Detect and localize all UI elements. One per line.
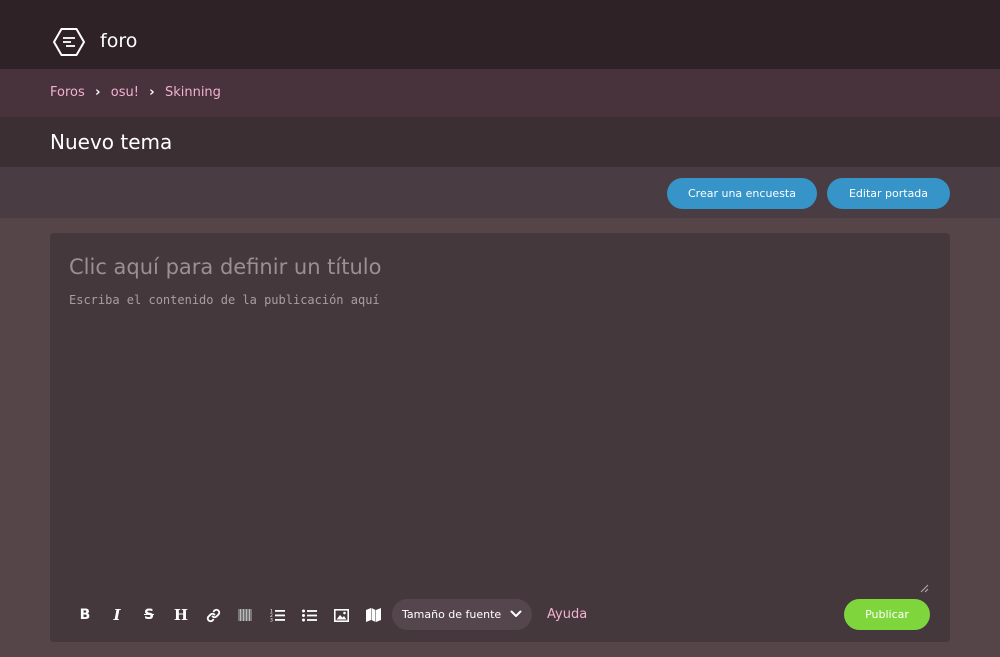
spoiler-box-icon[interactable] [230,599,260,631]
topic-title-input[interactable] [69,255,929,279]
brand-title[interactable]: foro [100,30,137,52]
italic-icon[interactable]: I [102,599,132,631]
resize-handle-icon[interactable] [920,584,929,593]
chevron-down-icon [510,610,522,617]
breadcrumb-bar: Foros › osu! › Skinning [0,69,1000,117]
image-icon[interactable] [326,599,356,631]
font-size-select[interactable]: Tamaño de fuente [392,599,532,630]
unordered-list-icon[interactable] [294,599,324,631]
bold-icon[interactable]: B [70,599,100,631]
create-poll-button[interactable]: Crear una encuesta [667,178,817,209]
breadcrumb-item-osu[interactable]: osu! [111,85,139,100]
breadcrumb: Foros › osu! › Skinning [50,85,221,100]
font-size-select-label: Tamaño de fuente [402,608,502,621]
heading-icon[interactable]: H [166,599,196,631]
ordered-list-icon[interactable]: 1 2 3 [262,599,292,631]
breadcrumb-item-skinning[interactable]: Skinning [165,85,221,100]
help-link[interactable]: Ayuda [547,607,587,622]
link-icon[interactable] [198,599,228,631]
page-title: Nuevo tema [50,130,173,154]
page-header: Nuevo tema [0,117,1000,167]
top-navigation-bar: foro [0,0,1000,69]
forum-hexagon-icon[interactable] [52,25,86,59]
chevron-right-icon: › [149,85,155,100]
actions-bar: Crear una encuesta Editar portada [0,167,1000,218]
post-editor: B I S H 1 [50,233,950,642]
breadcrumb-item-foros[interactable]: Foros [50,85,85,100]
chevron-right-icon: › [95,85,101,100]
edit-cover-button[interactable]: Editar portada [827,178,950,209]
post-body-textarea[interactable] [69,293,929,593]
strikethrough-icon[interactable]: S [134,599,164,631]
svg-text:3: 3 [270,618,273,623]
map-icon[interactable] [358,599,388,631]
publish-button[interactable]: Publicar [844,599,930,630]
formatting-toolbar: B I S H 1 2 3 Tamaño de fuente Ayuda Pub… [70,599,930,631]
